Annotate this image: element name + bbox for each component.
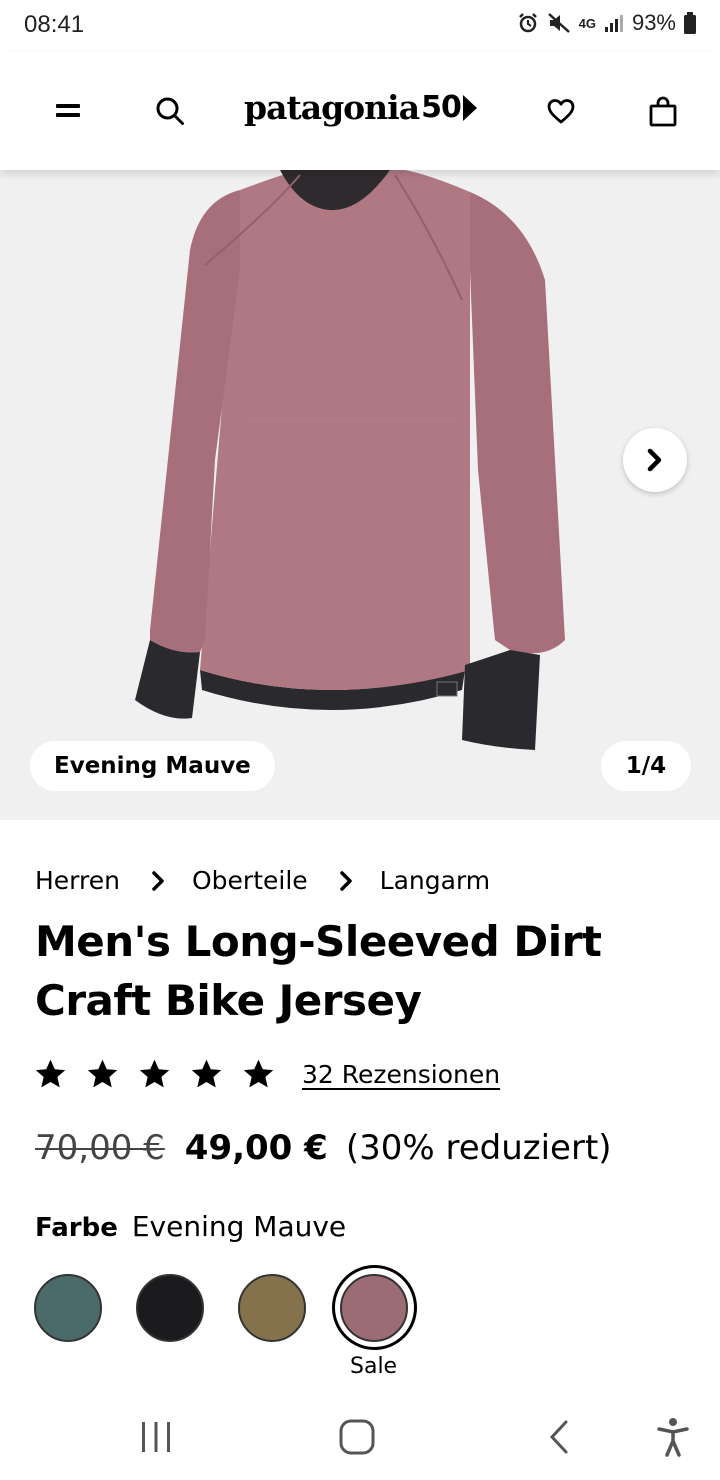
sale-badge: Sale [350, 1354, 398, 1379]
accessibility-icon [657, 1418, 689, 1457]
home-icon [339, 1419, 375, 1455]
product-image [135, 170, 565, 750]
logo-triangle-icon [462, 94, 477, 121]
star-icon [191, 1059, 222, 1088]
shopping-bag-icon [649, 96, 677, 127]
reviews-link[interactable]: 32 Rezensionen [302, 1060, 500, 1089]
star-icon [35, 1059, 66, 1088]
menu-button[interactable] [43, 86, 93, 136]
color-swatch-evening-mauve[interactable] [340, 1274, 408, 1342]
menu-icon [56, 104, 80, 117]
accessibility-button[interactable] [648, 1412, 698, 1462]
chevron-right-icon [647, 448, 662, 472]
chevron-right-icon [338, 870, 354, 892]
site-header: patagonia 50 [0, 52, 720, 170]
recent-apps-button[interactable] [131, 1412, 181, 1462]
star-icon [87, 1059, 118, 1088]
breadcrumb-herren[interactable]: Herren [35, 866, 120, 895]
back-button[interactable] [534, 1412, 584, 1462]
recent-apps-icon [142, 1422, 170, 1452]
selected-color-name: Evening Mauve [131, 1210, 347, 1243]
heart-icon [547, 99, 575, 124]
status-time: 08:41 [24, 11, 85, 38]
color-label: Farbe [35, 1213, 118, 1243]
image-counter: 1/4 [601, 741, 691, 791]
color-selection-label: Farbe Evening Mauve [35, 1210, 346, 1243]
back-icon [549, 1420, 568, 1454]
color-swatch-teal[interactable] [34, 1274, 102, 1342]
chevron-right-icon [150, 870, 166, 892]
network-type: 4G [578, 15, 596, 31]
battery-icon [684, 12, 696, 34]
star-icon [243, 1059, 274, 1088]
search-icon [156, 97, 184, 125]
breadcrumb: Herren Oberteile Langarm [35, 866, 490, 895]
status-icons: 4G 93% [517, 10, 696, 36]
patagonia-logo[interactable]: patagonia 50 [244, 88, 477, 127]
breadcrumb-langarm[interactable]: Langarm [380, 866, 490, 895]
logo-50: 50 [421, 90, 462, 125]
logo-text: patagonia [244, 88, 420, 127]
battery-percent: 93% [631, 10, 676, 35]
system-nav-bar [0, 1394, 720, 1480]
discount-label: (30% reduziert) [345, 1128, 612, 1168]
cart-button[interactable] [638, 86, 688, 136]
breadcrumb-oberteile[interactable]: Oberteile [192, 866, 308, 895]
alarm-icon [518, 13, 537, 33]
image-color-label: Evening Mauve [30, 741, 275, 791]
product-image-carousel[interactable]: Evening Mauve 1/4 [0, 170, 720, 820]
product-title: Men's Long-Sleeved Dirt Craft Bike Jerse… [35, 917, 602, 1025]
rating-stars [34, 1058, 275, 1090]
home-button[interactable] [332, 1412, 382, 1462]
original-price: 70,00 € [35, 1128, 165, 1168]
star-icon [139, 1059, 170, 1088]
sale-price: 49,00 € [184, 1128, 328, 1168]
product-rating: 32 Rezensionen [34, 1058, 500, 1090]
next-image-button[interactable] [623, 428, 687, 492]
status-bar: 08:41 4G 93% [0, 0, 720, 52]
color-swatch-brown[interactable] [238, 1274, 306, 1342]
wishlist-button[interactable] [536, 86, 586, 136]
mute-icon [547, 13, 570, 33]
color-swatch-black[interactable] [136, 1274, 204, 1342]
signal-icon [604, 15, 623, 32]
search-button[interactable] [145, 86, 195, 136]
price-row: 70,00 € 49,00 € (30% reduziert) [35, 1128, 612, 1168]
